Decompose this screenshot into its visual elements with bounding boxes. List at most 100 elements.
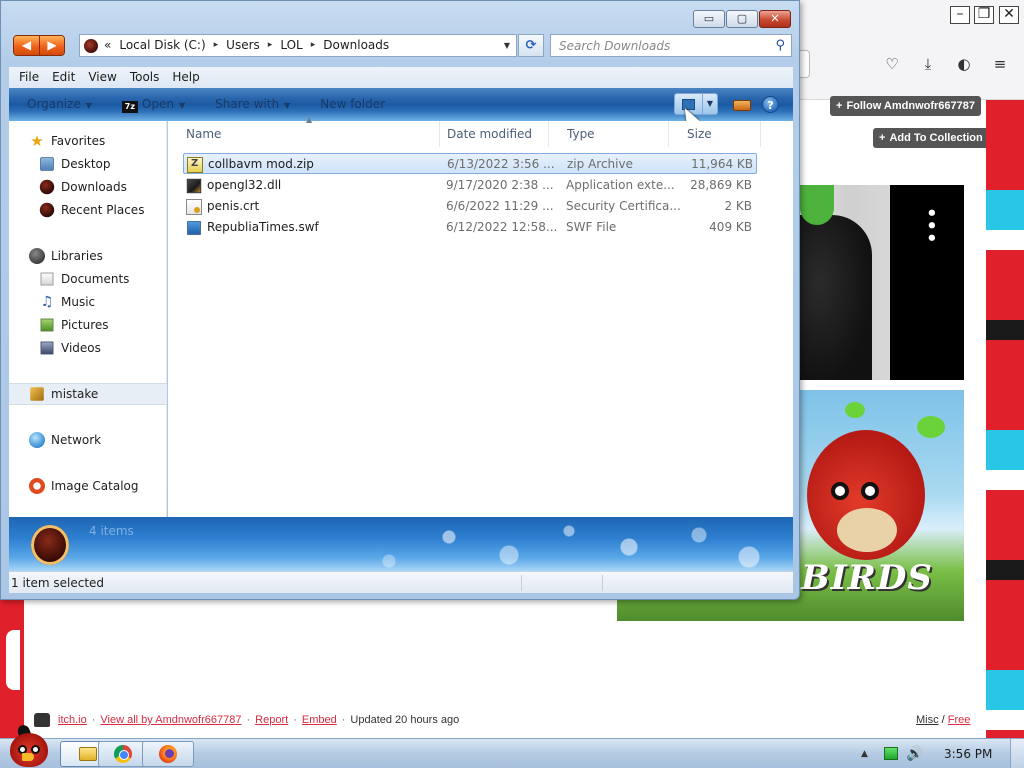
nav-pictures[interactable]: Pictures	[9, 314, 167, 336]
folder-icon	[79, 747, 97, 761]
forward-button[interactable]: ▶	[38, 36, 64, 55]
navigation-pane: ★ Favorites Desktop Downloads Recent Plac…	[9, 121, 167, 517]
breadcrumb-separator[interactable]: ▸	[268, 35, 273, 56]
view-all-link[interactable]: View all by Amdnwofr667787	[100, 710, 241, 730]
breadcrumb-local-disk[interactable]: Local Disk (C:)	[119, 35, 205, 56]
menu-view[interactable]: View	[88, 67, 129, 88]
search-input[interactable]	[559, 38, 765, 53]
nav-libraries[interactable]: Libraries	[9, 245, 167, 267]
taskbar: ▲ 🔊 3:56 PM	[0, 723, 1024, 768]
column-header-date[interactable]: Date modified	[429, 121, 549, 147]
add-user-icon: +	[836, 100, 843, 112]
report-link[interactable]: Report	[255, 710, 288, 730]
nav-music[interactable]: ♫ Music	[9, 291, 167, 313]
breadcrumb-separator[interactable]: ▸	[311, 35, 316, 56]
browser-close-button[interactable]: ✕	[999, 6, 1019, 24]
start-button[interactable]	[4, 723, 54, 768]
show-hidden-icons-button[interactable]: ▲	[861, 747, 868, 761]
angry-bird-icon	[10, 733, 48, 767]
refresh-button[interactable]: ⟳	[518, 34, 544, 57]
nav-downloads[interactable]: Downloads	[9, 176, 167, 198]
taskbar-chrome-button[interactable]	[98, 741, 148, 767]
screenshot-hoodie-image[interactable]: •••	[798, 185, 964, 380]
nav-favorites[interactable]: ★ Favorites	[9, 130, 167, 152]
breadcrumb-downloads[interactable]: Downloads	[323, 35, 389, 56]
preview-pane-icon[interactable]	[733, 100, 751, 111]
itch-logo-icon[interactable]	[34, 713, 50, 727]
maximize-button[interactable]: ▢	[726, 10, 758, 28]
new-folder-button[interactable]: New folder	[320, 88, 385, 121]
pocket-icon[interactable]: ♡	[882, 54, 902, 74]
table-row[interactable]: opengl32.dll 9/17/2020 2:38 ... Applicat…	[183, 175, 757, 196]
menu-tools[interactable]: Tools	[130, 67, 173, 88]
nav-network[interactable]: Network	[9, 429, 167, 451]
search-icon[interactable]: ⚲	[775, 35, 785, 56]
close-button[interactable]: ✕	[759, 10, 791, 28]
status-text: 1 item selected	[11, 576, 105, 590]
minimize-button[interactable]: ▭	[693, 10, 725, 28]
column-header-name[interactable]: ▲ Name	[168, 115, 440, 147]
show-desktop-button[interactable]	[1010, 739, 1024, 768]
swf-file-icon	[187, 220, 201, 235]
search-box[interactable]: ⚲	[550, 34, 792, 57]
nav-videos[interactable]: Videos	[9, 337, 167, 359]
follow-button[interactable]: + Follow Amdnwofr667787	[830, 96, 981, 116]
file-list[interactable]: ▲ Name Date modified Type Size collbavm …	[168, 115, 793, 517]
nav-computer[interactable]: mistake	[9, 383, 167, 405]
status-divider	[521, 575, 522, 591]
help-icon[interactable]: ?	[762, 96, 779, 113]
menu-help[interactable]: Help	[172, 67, 212, 88]
file-type: zip Archive	[567, 157, 633, 171]
file-name: opengl32.dll	[207, 178, 282, 192]
menu-edit[interactable]: Edit	[52, 67, 88, 88]
more-options-icon[interactable]: •••	[920, 207, 941, 245]
address-bar[interactable]: « Local Disk (C:) ▸ Users ▸ LOL ▸ Downlo…	[79, 34, 517, 57]
column-header-size[interactable]: Size	[669, 121, 761, 147]
tag-separator: /	[941, 714, 945, 726]
embed-link[interactable]: Embed	[302, 710, 337, 730]
open-button[interactable]: 7z Open ▼	[121, 88, 185, 122]
add-to-collection-button[interactable]: + Add To Collection	[873, 128, 989, 148]
free-link[interactable]: Free	[948, 714, 971, 726]
volume-icon[interactable]: 🔊	[906, 745, 923, 763]
file-name: penis.crt	[207, 199, 260, 213]
taskbar-firefox-button[interactable]	[142, 741, 194, 767]
certificate-file-icon	[186, 198, 202, 215]
organize-button[interactable]: Organize ▼	[27, 88, 92, 122]
back-button[interactable]: ◀	[14, 36, 39, 55]
address-overflow[interactable]: «	[104, 35, 111, 56]
nav-image-catalog[interactable]: Image Catalog	[9, 475, 167, 497]
extension-icon[interactable]: ◐	[954, 54, 974, 74]
download-icon[interactable]: ⤓	[918, 54, 938, 74]
share-with-button[interactable]: Share with ▼	[215, 88, 290, 122]
chevron-down-icon[interactable]: ▼	[504, 35, 510, 56]
downloads-folder-icon	[39, 179, 55, 195]
nav-documents[interactable]: Documents	[9, 268, 167, 290]
menu-file[interactable]: File	[19, 67, 52, 88]
folder-location-icon	[84, 38, 98, 53]
table-row[interactable]: collbavm mod.zip 6/13/2022 3:56 ... zip …	[183, 153, 757, 174]
nav-desktop[interactable]: Desktop	[9, 153, 167, 175]
file-date: 6/13/2022 3:56 ...	[447, 157, 555, 171]
column-header-type[interactable]: Type	[549, 121, 669, 147]
chevron-down-icon[interactable]: ▼	[702, 94, 717, 114]
menu-icon[interactable]: ≡	[990, 54, 1010, 74]
breadcrumb-lol[interactable]: LOL	[280, 35, 302, 56]
page-border-art	[0, 600, 24, 738]
explorer-window[interactable]: ▭ ▢ ✕ ◀ ▶ « Local Disk (C:) ▸ Users ▸ LO…	[0, 0, 800, 600]
breadcrumb-separator[interactable]: ▸	[214, 35, 219, 56]
nav-recent-places[interactable]: Recent Places	[9, 199, 167, 221]
browser-restore-button[interactable]: ❐	[974, 6, 994, 24]
browser-toolbar: – ❐ ✕ ♡ ⤓ ◐ ≡	[798, 0, 1024, 100]
table-row[interactable]: penis.crt 6/6/2022 11:29 ... Security Ce…	[183, 196, 757, 217]
itch-link[interactable]: itch.io	[58, 710, 87, 730]
breadcrumb-users[interactable]: Users	[226, 35, 260, 56]
pig-graphic	[845, 402, 865, 418]
chevron-down-icon: ▼	[284, 100, 291, 110]
network-status-icon[interactable]	[884, 747, 898, 760]
dll-file-icon	[186, 178, 202, 193]
browser-minimize-button[interactable]: –	[950, 6, 970, 24]
misc-link[interactable]: Misc	[916, 714, 939, 726]
table-row[interactable]: RepubliaTimes.swf 6/12/2022 12:58... SWF…	[183, 217, 757, 238]
system-clock[interactable]: 3:56 PM	[944, 739, 992, 768]
